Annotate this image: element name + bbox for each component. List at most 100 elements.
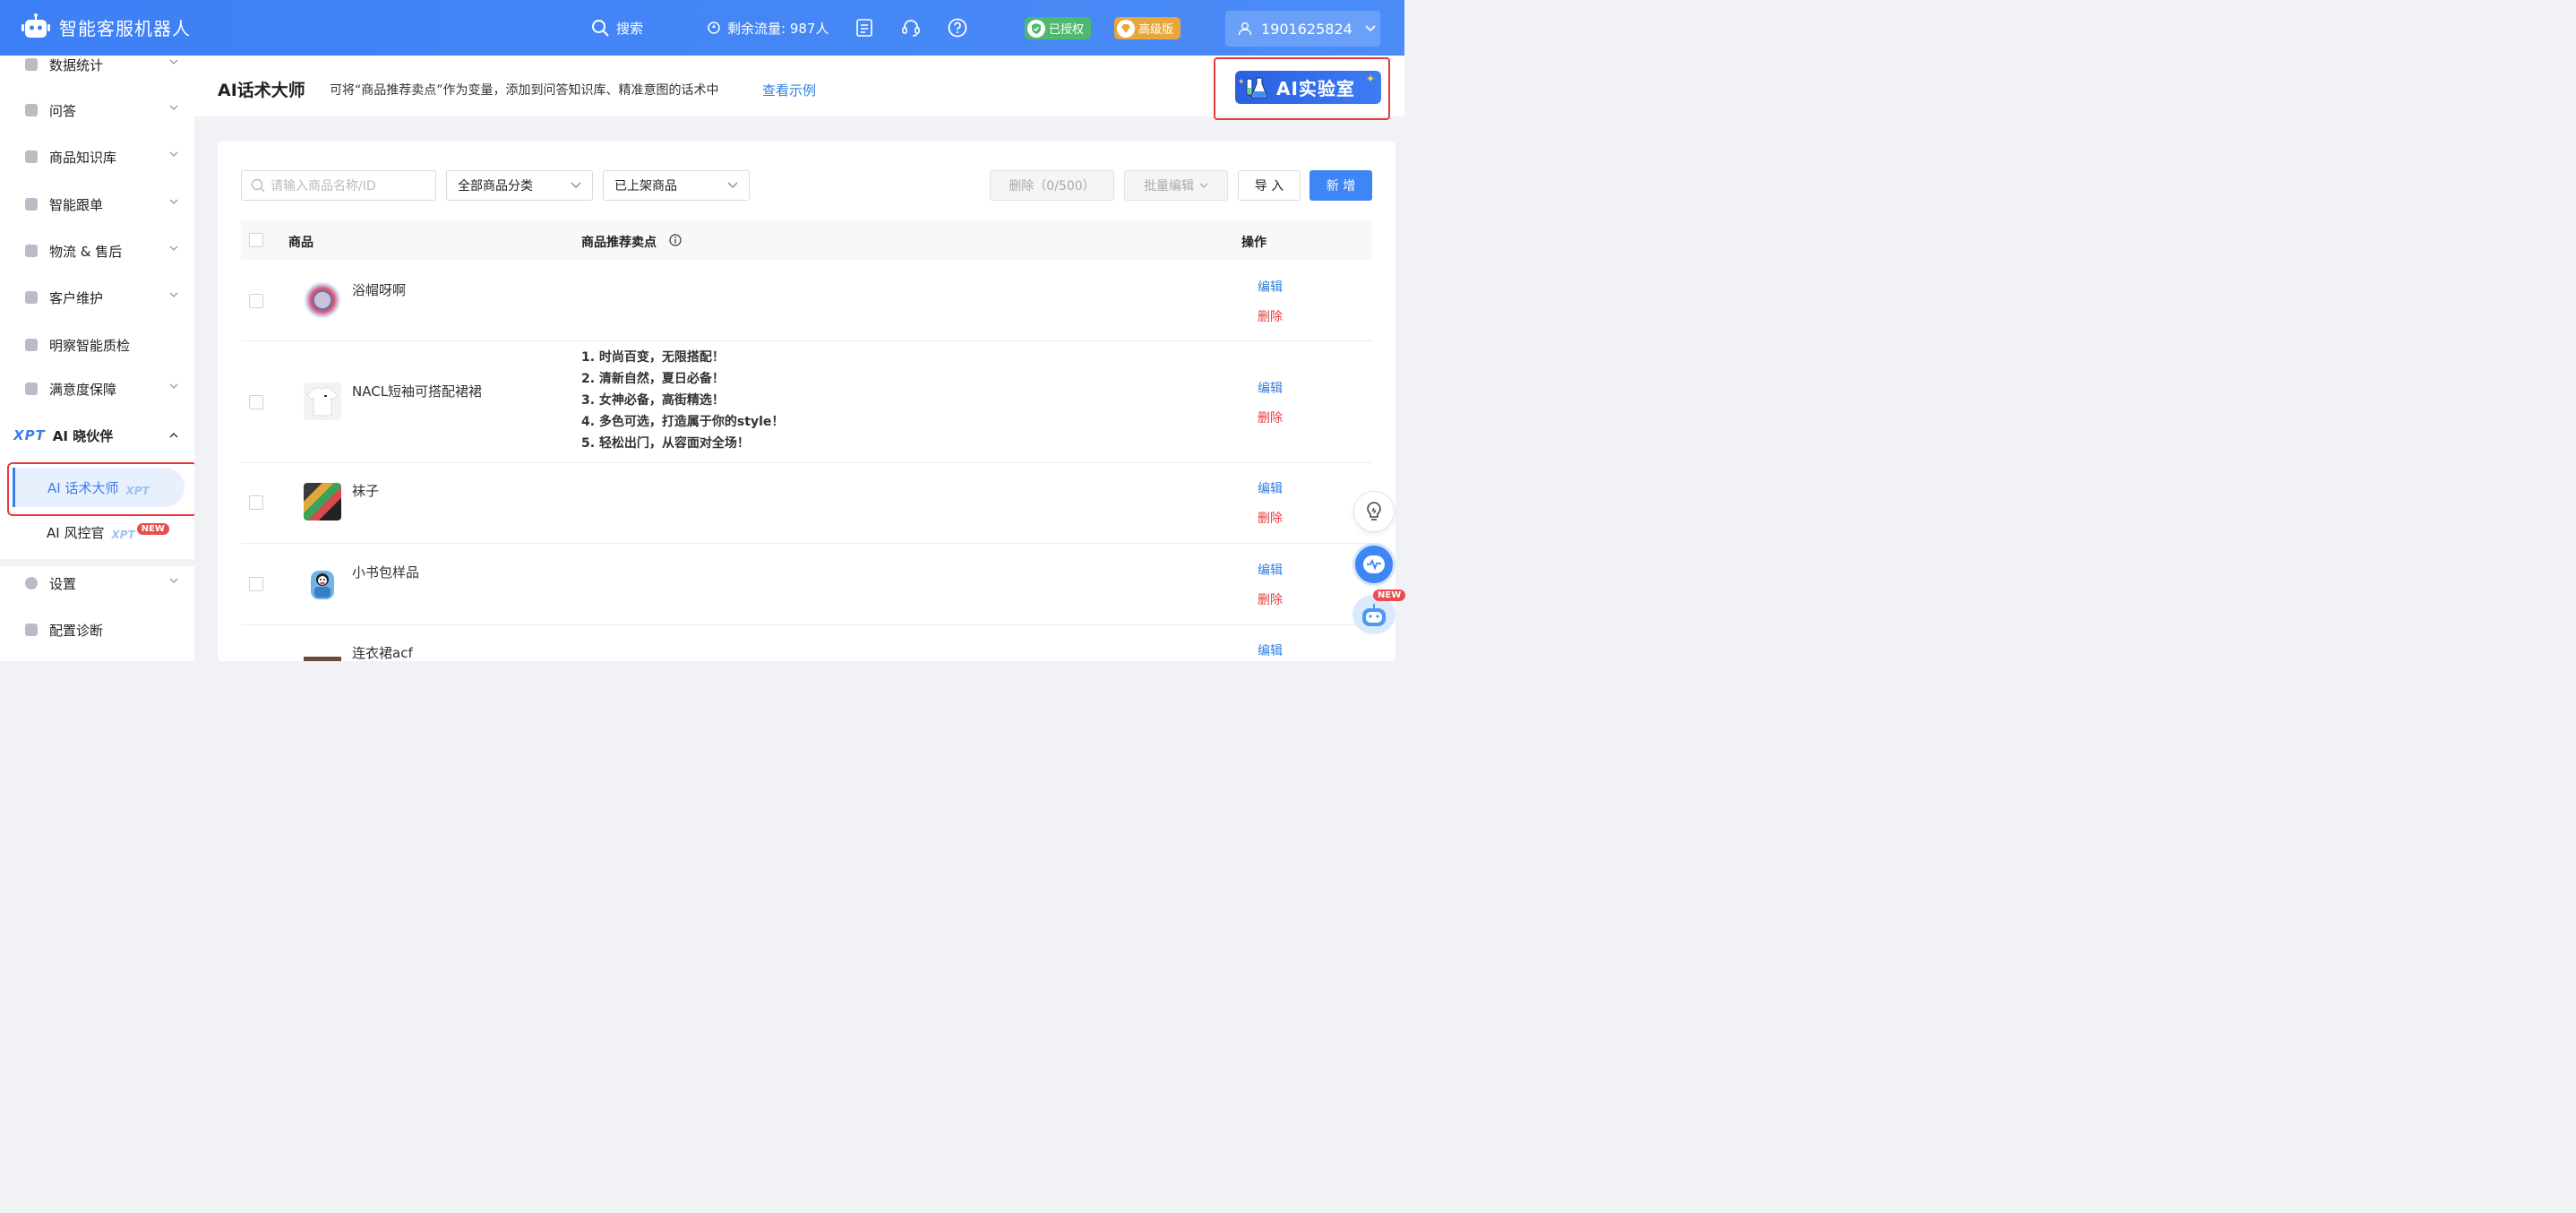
sidebar: 数据统计 问答 商品知识库 智能跟单 物流 & 售后 客户维护 明察智能质检 满… xyxy=(0,56,194,661)
authorized-label: 已授权 xyxy=(1049,23,1085,37)
edit-link[interactable]: 编辑 xyxy=(1258,379,1283,397)
add-button[interactable]: 新 增 xyxy=(1309,170,1372,201)
row-checkbox[interactable] xyxy=(249,577,263,591)
sidebar-group-label: AI 晓伙伴 xyxy=(52,427,114,444)
sidebar-item-smart-follow[interactable]: 智能跟单 xyxy=(0,186,194,222)
page-description: 可将“商品推荐卖点”作为变量，添加到问答知识库、精准意图的话术中 xyxy=(330,83,719,98)
sidebar-item-label: 满意度保障 xyxy=(49,381,117,398)
table-row: 连衣裙acf 编辑 xyxy=(241,625,1372,661)
xpt-logo: XPT xyxy=(13,427,46,443)
customer-service-button[interactable] xyxy=(901,0,928,56)
selling-point: 2. 清新自然，夏日必备！ xyxy=(581,372,725,386)
product-thumbnail xyxy=(304,483,341,520)
traffic-label: 剩余流量: 987人 xyxy=(727,20,829,37)
import-button[interactable]: 导 入 xyxy=(1238,170,1301,201)
edition-label: 高级版 xyxy=(1138,23,1174,37)
edit-link[interactable]: 编辑 xyxy=(1258,641,1283,659)
batch-edit-button[interactable]: 批量编辑 xyxy=(1124,170,1228,201)
user-icon xyxy=(1238,22,1252,36)
inspect-icon xyxy=(25,339,38,351)
sidebar-item-qa[interactable]: 问答 xyxy=(0,92,194,128)
edit-link[interactable]: 编辑 xyxy=(1258,561,1283,579)
chevron-down-icon xyxy=(169,59,178,65)
user-menu[interactable]: 1901625824 xyxy=(1225,11,1380,47)
delete-link[interactable]: 删除 xyxy=(1258,509,1283,527)
row-checkbox[interactable] xyxy=(249,294,263,308)
category-select[interactable]: 全部商品分类 xyxy=(446,170,593,201)
sidebar-item-logistics[interactable]: 物流 & 售后 xyxy=(0,233,194,269)
delete-link[interactable]: 删除 xyxy=(1258,409,1283,426)
shield-check-icon xyxy=(1027,19,1045,38)
chevron-down-icon xyxy=(727,182,738,188)
product-name: 袜子 xyxy=(352,483,380,499)
sidebar-item-settings[interactable]: 设置 xyxy=(0,565,194,601)
xpt-tag: XPT xyxy=(111,529,135,541)
product-name: 连衣裙acf xyxy=(352,645,413,661)
sidebar-item-label: AI 风控官 xyxy=(47,524,105,541)
view-example-link[interactable]: 查看示例 xyxy=(762,81,816,99)
table-row: 袜子 编辑 删除 xyxy=(241,463,1372,544)
sidebar-item-product-kb[interactable]: 商品知识库 xyxy=(0,139,194,175)
sidebar-item-config-diagnosis[interactable]: 配置诊断 xyxy=(0,612,194,648)
sidebar-item-label: 配置诊断 xyxy=(49,622,104,639)
edition-badge[interactable]: 高级版 xyxy=(1114,17,1181,39)
search-icon xyxy=(251,178,265,193)
status-select[interactable]: 已上架商品 xyxy=(603,170,750,201)
delete-link[interactable]: 删除 xyxy=(1258,307,1283,325)
edit-link[interactable]: 编辑 xyxy=(1258,278,1283,296)
gear-icon xyxy=(25,577,38,589)
highlight-box xyxy=(7,462,194,516)
batch-delete-button[interactable]: 删除（0/500） xyxy=(990,170,1114,201)
truck-icon xyxy=(25,245,38,257)
tshirt-icon xyxy=(306,386,339,417)
traffic-icon xyxy=(708,22,720,34)
row-checkbox[interactable] xyxy=(249,495,263,510)
sidebar-item-quality-check[interactable]: 明察智能质检 xyxy=(0,327,194,363)
sidebar-item-label: 设置 xyxy=(49,575,77,592)
app-logo[interactable]: 智能客服机器人 xyxy=(21,13,191,41)
chevron-down-icon xyxy=(169,383,178,389)
selling-point: 4. 多色可选，打造属于你的style！ xyxy=(581,415,785,429)
edit-link[interactable]: 编辑 xyxy=(1258,479,1283,497)
row-checkbox[interactable] xyxy=(249,395,263,409)
headset-icon xyxy=(902,20,920,37)
chevron-down-icon xyxy=(169,151,178,157)
backpack-icon xyxy=(311,571,334,599)
page-header: AI话术大师 可将“商品推荐卖点”作为变量，添加到问答知识库、精准意图的话术中 … xyxy=(194,56,1404,120)
column-product: 商品 xyxy=(288,236,313,250)
task-list-button[interactable] xyxy=(856,0,880,56)
header-search[interactable]: 搜索 xyxy=(591,0,643,56)
sidebar-item-label: 问答 xyxy=(49,102,77,119)
selling-point: 1. 时尚百变，无限搭配！ xyxy=(581,350,725,365)
column-selling-points: 商品推荐卖点 xyxy=(581,236,657,250)
table-row: 浴帽呀啊 编辑 删除 xyxy=(241,260,1372,341)
traffic-indicator[interactable]: 剩余流量: 987人 xyxy=(708,0,829,56)
info-icon[interactable] xyxy=(669,234,682,246)
sidebar-item-ai-risk-officer[interactable]: AI 风控官 XPT NEW xyxy=(0,512,194,552)
product-thumbnail xyxy=(304,564,341,602)
help-button[interactable] xyxy=(948,0,975,56)
sidebar-item-data-stats[interactable]: 数据统计 xyxy=(0,56,194,82)
sidebar-group-ai-partner[interactable]: XPT AI 晓伙伴 xyxy=(0,417,194,453)
sidebar-item-label: 商品知识库 xyxy=(49,149,117,166)
new-badge: NEW xyxy=(136,522,169,535)
sidebar-item-label: 明察智能质检 xyxy=(49,337,131,354)
product-name: 浴帽呀啊 xyxy=(352,282,407,298)
help-icon xyxy=(948,18,967,38)
sidebar-item-label: 客户维护 xyxy=(49,289,104,306)
product-search-input[interactable]: 请输入商品名称/ID xyxy=(241,170,436,201)
selling-points-list: 1. 时尚百变，无限搭配！ 2. 清新自然，夏日必备！ 3. 女神必备，高街精选… xyxy=(581,347,784,454)
customer-icon xyxy=(25,291,38,304)
sidebar-item-label: 物流 & 售后 xyxy=(49,243,123,260)
top-header: 智能客服机器人 搜索 剩余流量: 987人 已授权 高级版 1901625824 xyxy=(0,0,1404,56)
select-all-checkbox[interactable] xyxy=(249,233,263,247)
tips-button[interactable] xyxy=(1353,491,1395,532)
monitor-pulse-button[interactable] xyxy=(1352,543,1395,586)
sidebar-item-customer-care[interactable]: 客户维护 xyxy=(0,280,194,315)
app-title: 智能客服机器人 xyxy=(59,17,191,39)
product-thumbnail xyxy=(304,281,341,319)
delete-link[interactable]: 删除 xyxy=(1258,590,1283,608)
authorized-badge[interactable]: 已授权 xyxy=(1025,17,1092,39)
content-card: 请输入商品名称/ID 全部商品分类 已上架商品 删除（0/500） 批量编辑 导… xyxy=(218,142,1395,661)
sidebar-item-satisfaction[interactable]: 满意度保障 xyxy=(0,371,194,407)
